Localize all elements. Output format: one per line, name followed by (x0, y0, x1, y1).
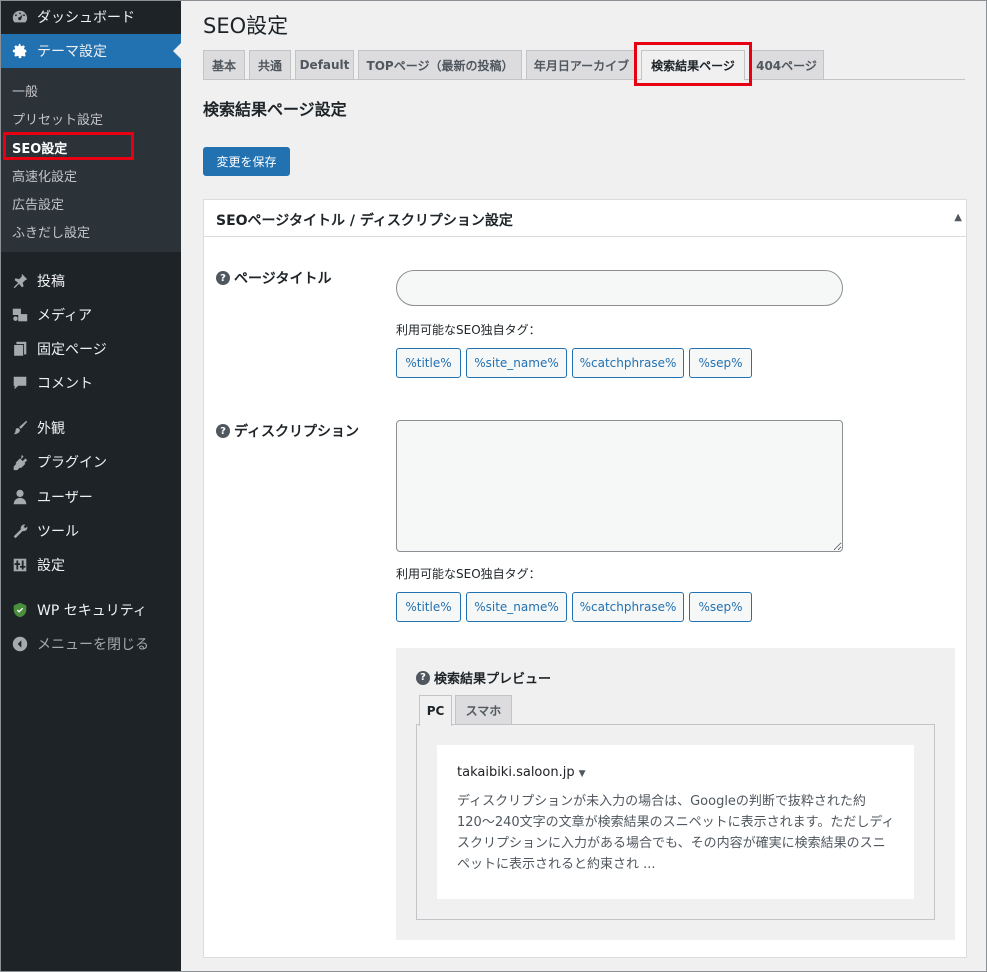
preview-box: takaibiki.saloon.jp ▼ ディスクリプションが未入力の場合は、G… (416, 724, 935, 920)
tag-site-name-button[interactable]: %site_name% (466, 348, 567, 378)
settings-tabs: 基本 共通 Default TOPページ（最新の投稿） 年月日アーカイブ 検索結… (203, 50, 965, 80)
tags-caption: 利用可能なSEO独自タグ： (396, 567, 541, 581)
comment-icon (10, 373, 30, 393)
help-icon[interactable]: ? (416, 670, 430, 685)
caret-down-icon: ▼ (578, 769, 586, 779)
brush-icon (10, 418, 30, 438)
submenu-item-general[interactable]: 一般 (12, 81, 38, 100)
menu-item-dashboard[interactable]: ダッシュボード (0, 0, 181, 34)
tab-basic[interactable]: 基本 (203, 50, 245, 79)
menu-label: ダッシュボード (37, 10, 135, 26)
menu-item-settings[interactable]: 設定 (0, 548, 181, 582)
menu-label: プラグイン (37, 455, 107, 471)
panel-title: SEOページタイトル / ディスクリプション設定 (216, 213, 513, 229)
tab-search-results[interactable]: 検索結果ページ (641, 50, 745, 80)
tag-catchphrase-button[interactable]: %catchphrase% (572, 348, 684, 378)
menu-label: WP セキュリティ (37, 603, 147, 619)
menu-item-theme-settings[interactable]: テーマ設定 (0, 34, 181, 68)
wrench-icon (10, 521, 30, 541)
tag-sep-button[interactable]: %sep% (689, 348, 752, 378)
menu-item-plugins[interactable]: プラグイン (0, 445, 181, 479)
collapse-menu-button[interactable]: メニューを閉じる (0, 627, 181, 661)
pushpin-icon (10, 271, 30, 291)
menu-label: ツール (37, 524, 79, 540)
submenu-item-ads[interactable]: 広告設定 (12, 194, 64, 213)
page-title-label: ? ページタイトル (216, 268, 331, 288)
menu-label: メディア (37, 308, 93, 324)
page-title: SEO設定 (203, 14, 289, 38)
menu-item-tools[interactable]: ツール (0, 514, 181, 548)
menu-label: コメント (37, 376, 93, 392)
main-content: SEO設定 基本 共通 Default TOPページ（最新の投稿） 年月日アーカ… (181, 0, 987, 972)
help-icon[interactable]: ? (216, 271, 230, 285)
menu-item-wp-security[interactable]: WP セキュリティ (0, 593, 181, 627)
dashboard-icon (10, 7, 30, 27)
submenu-item-preset[interactable]: プリセット設定 (12, 109, 103, 128)
submenu-item-balloon[interactable]: ふきだし設定 (12, 222, 90, 241)
gear-icon (10, 41, 30, 61)
tag-title-button[interactable]: %title% (396, 348, 461, 378)
panel-header[interactable]: SEOページタイトル / ディスクリプション設定 ▲ (204, 200, 966, 237)
menu-item-media[interactable]: メディア (0, 298, 181, 332)
tag-site-name-button[interactable]: %site_name% (466, 592, 567, 622)
menu-item-posts[interactable]: 投稿 (0, 264, 181, 298)
tab-default[interactable]: Default (295, 50, 354, 79)
submenu-item-speed[interactable]: 高速化設定 (12, 166, 77, 185)
menu-item-pages[interactable]: 固定ページ (0, 332, 181, 366)
menu-item-users[interactable]: ユーザー (0, 480, 181, 514)
tag-sep-button[interactable]: %sep% (689, 592, 752, 622)
settings-icon (10, 555, 30, 575)
preview-label-text: 検索結果プレビュー (434, 672, 552, 687)
menu-label: 外観 (37, 421, 65, 437)
preview-tab-pc[interactable]: PC (419, 695, 452, 726)
menu-label: テーマ設定 (37, 44, 107, 60)
tab-common[interactable]: 共通 (249, 50, 291, 79)
serp-description: ディスクリプションが未入力の場合は、Googleの判断で抜粋された約120〜24… (457, 794, 895, 872)
tag-catchphrase-button[interactable]: %catchphrase% (572, 592, 684, 622)
tags-caption: 利用可能なSEO独自タグ： (396, 323, 541, 337)
description-textarea[interactable] (396, 420, 843, 552)
theme-settings-submenu: 一般 プリセット設定 SEO設定 高速化設定 広告設定 ふきだし設定 (0, 68, 181, 252)
menu-label: ユーザー (37, 490, 93, 506)
seo-highlight-box (3, 132, 134, 160)
media-icon (10, 305, 30, 325)
seo-settings-panel: SEOページタイトル / ディスクリプション設定 ▲ ? ページタイトル 利用可… (203, 199, 967, 958)
page-title-label-text: ページタイトル (234, 271, 332, 287)
panel-toggle-icon[interactable]: ▲ (954, 212, 962, 223)
menu-label: 投稿 (37, 274, 65, 290)
admin-sidebar: ダッシュボード テーマ設定 一般 プリセット設定 SEO設定 高速化設定 広告設… (0, 0, 181, 972)
serp-url: takaibiki.saloon.jp ▼ (457, 765, 586, 780)
menu-label: 固定ページ (37, 342, 107, 358)
serp-url-text: takaibiki.saloon.jp (457, 765, 575, 780)
preview-tab-smartphone[interactable]: スマホ (455, 695, 512, 725)
menu-label: 設定 (37, 558, 65, 574)
page-title-input[interactable] (396, 270, 843, 306)
section-heading: 検索結果ページ設定 (203, 100, 347, 119)
description-label-text: ディスクリプション (234, 424, 360, 440)
plugin-icon (10, 452, 30, 472)
menu-label: メニューを閉じる (37, 637, 149, 653)
tab-date-archive[interactable]: 年月日アーカイブ (526, 50, 637, 79)
user-icon (10, 487, 30, 507)
serp-snippet: takaibiki.saloon.jp ▼ ディスクリプションが未入力の場合は、G… (437, 745, 914, 899)
page-icon (10, 339, 30, 359)
search-preview: ? 検索結果プレビュー PC スマホ takaibiki.saloon.jp ▼ … (396, 648, 955, 940)
tag-title-button[interactable]: %title% (396, 592, 461, 622)
shield-icon (10, 600, 30, 620)
description-label: ? ディスクリプション (216, 421, 359, 441)
menu-item-comments[interactable]: コメント (0, 366, 181, 400)
preview-label: ? 検索結果プレビュー (416, 668, 551, 687)
menu-item-appearance[interactable]: 外観 (0, 411, 181, 445)
help-icon[interactable]: ? (216, 424, 230, 438)
save-button[interactable]: 変更を保存 (203, 147, 290, 176)
tab-404[interactable]: 404ページ (749, 50, 824, 79)
tab-top-page[interactable]: TOPページ（最新の投稿） (358, 50, 522, 79)
collapse-arrow-icon (10, 634, 30, 654)
